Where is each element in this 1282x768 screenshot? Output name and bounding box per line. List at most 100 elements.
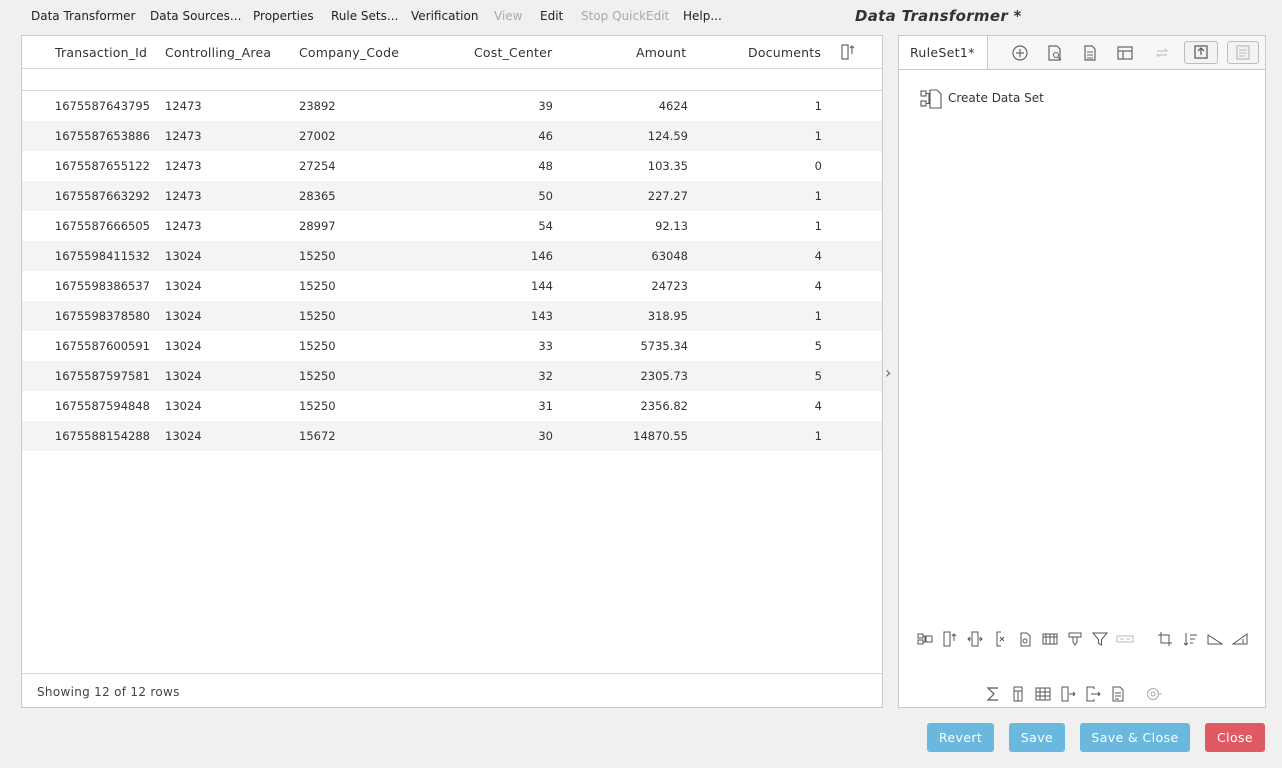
table-row[interactable]: 1675587643795 12473 23892 39 4624 1 xyxy=(22,91,882,121)
panel-collapse-chevron-icon[interactable]: › xyxy=(885,363,891,382)
slope-up-icon[interactable] xyxy=(1232,631,1248,647)
cell-cost-center: 54 xyxy=(538,219,553,233)
menu-bar: Data Transformer Data Sources... Propert… xyxy=(0,0,1282,34)
menu-verification[interactable]: Verification xyxy=(411,9,478,23)
cell-documents: 0 xyxy=(814,159,822,173)
grid-table-icon[interactable] xyxy=(1035,686,1051,702)
document-search-icon[interactable] xyxy=(1046,44,1064,62)
filter-icon[interactable] xyxy=(1092,631,1108,647)
cell-company-code: 15250 xyxy=(299,369,336,383)
add-circle-icon[interactable] xyxy=(1011,44,1029,62)
cell-transaction-id: 1675588154288 xyxy=(54,429,150,443)
table-row[interactable]: 1675587600591 13024 15250 33 5735.34 5 xyxy=(22,331,882,361)
sum-icon[interactable] xyxy=(985,686,1001,702)
cell-company-code: 27254 xyxy=(299,159,336,173)
table-row[interactable]: 1675587663292 12473 28365 50 227.27 1 xyxy=(22,181,882,211)
cell-controlling-area: 12473 xyxy=(165,189,202,203)
col-controlling-area[interactable]: Controlling_Area xyxy=(165,45,271,60)
cell-amount: 24723 xyxy=(651,279,688,293)
cell-amount: 5735.34 xyxy=(640,339,688,353)
lookup-icon[interactable] xyxy=(1017,631,1033,647)
menu-rule-sets[interactable]: Rule Sets... xyxy=(331,9,398,23)
cell-documents: 1 xyxy=(814,129,822,143)
cell-transaction-id: 1675598378580 xyxy=(54,309,150,323)
cell-controlling-area: 13024 xyxy=(165,249,202,263)
menu-help[interactable]: Help... xyxy=(683,9,722,23)
cell-documents: 4 xyxy=(814,279,822,293)
crop-icon[interactable] xyxy=(1157,631,1173,647)
menu-properties[interactable]: Properties xyxy=(253,9,314,23)
cell-amount: 124.59 xyxy=(647,129,688,143)
export-upload-icon[interactable] xyxy=(1184,41,1218,64)
menu-view[interactable]: View xyxy=(494,9,522,23)
menu-data-sources[interactable]: Data Sources... xyxy=(150,9,241,23)
save-button[interactable]: Save xyxy=(1009,723,1065,752)
col-cost-center[interactable]: Cost_Center xyxy=(474,45,552,60)
cell-cost-center: 50 xyxy=(538,189,553,203)
cell-cost-center: 39 xyxy=(538,99,553,113)
table-row[interactable]: 1675598411532 13024 15250 146 63048 4 xyxy=(22,241,882,271)
sort-icon[interactable] xyxy=(1182,631,1198,647)
cell-company-code: 15250 xyxy=(299,279,336,293)
cell-documents: 4 xyxy=(814,399,822,413)
cell-transaction-id: 1675587597581 xyxy=(54,369,150,383)
grid-header: Transaction_Id Controlling_Area Company_… xyxy=(22,36,882,69)
table-row[interactable]: 1675598386537 13024 15250 144 24723 4 xyxy=(22,271,882,301)
transform-icon[interactable] xyxy=(1067,631,1083,647)
tab-ruleset1[interactable]: RuleSet1* xyxy=(899,36,988,69)
table-row[interactable]: 1675588154288 13024 15672 30 14870.55 1 xyxy=(22,421,882,451)
col-transaction-id[interactable]: Transaction_Id xyxy=(55,45,147,60)
cell-controlling-area: 13024 xyxy=(165,399,202,413)
menu-edit[interactable]: Edit xyxy=(540,9,563,23)
cell-controlling-area: 12473 xyxy=(165,219,202,233)
join-icon[interactable] xyxy=(917,631,933,647)
menu-data-transformer[interactable]: Data Transformer xyxy=(31,9,135,23)
document-icon[interactable] xyxy=(1081,44,1099,62)
menu-stop-quickedit[interactable]: Stop QuickEdit xyxy=(581,9,669,23)
cell-company-code: 15250 xyxy=(299,309,336,323)
app-title: Data Transformer * xyxy=(855,7,1022,25)
split-column-icon[interactable] xyxy=(967,631,983,647)
cell-documents: 5 xyxy=(814,369,822,383)
col-company-code[interactable]: Company_Code xyxy=(299,45,399,60)
cell-documents: 1 xyxy=(814,189,822,203)
add-column-icon[interactable] xyxy=(942,631,958,647)
cell-transaction-id: 1675587655122 xyxy=(54,159,150,173)
cell-amount: 63048 xyxy=(651,249,688,263)
cell-controlling-area: 13024 xyxy=(165,369,202,383)
close-button[interactable]: Close xyxy=(1205,723,1265,752)
cell-cost-center: 143 xyxy=(531,309,553,323)
table-row[interactable]: 1675587655122 12473 27254 48 103.35 0 xyxy=(22,151,882,181)
filter-row[interactable] xyxy=(22,69,882,91)
revert-button[interactable]: Revert xyxy=(927,723,994,752)
swap-arrows-icon xyxy=(1155,48,1169,58)
column-export-icon[interactable] xyxy=(1060,686,1076,702)
table-row[interactable]: 1675587653886 12473 27002 46 124.59 1 xyxy=(22,121,882,151)
pivot-icon[interactable] xyxy=(1010,686,1026,702)
table-row[interactable]: 1675587594848 13024 15250 31 2356.82 4 xyxy=(22,391,882,421)
save-close-button[interactable]: Save & Close xyxy=(1080,723,1190,752)
cell-cost-center: 48 xyxy=(538,159,553,173)
cell-company-code: 15672 xyxy=(299,429,336,443)
table-row[interactable]: 1675587597581 13024 15250 32 2305.73 5 xyxy=(22,361,882,391)
cell-company-code: 23892 xyxy=(299,99,336,113)
remove-column-icon[interactable] xyxy=(992,631,1008,647)
cell-controlling-area: 13024 xyxy=(165,279,202,293)
cell-amount: 103.35 xyxy=(647,159,688,173)
cell-transaction-id: 1675587600591 xyxy=(54,339,150,353)
report-icon[interactable] xyxy=(1110,686,1126,702)
cell-cost-center: 31 xyxy=(538,399,553,413)
output-icon[interactable] xyxy=(1085,686,1101,702)
cell-company-code: 15250 xyxy=(299,249,336,263)
col-documents[interactable]: Documents xyxy=(748,45,821,60)
cell-controlling-area: 13024 xyxy=(165,429,202,443)
table-row[interactable]: 1675587666505 12473 28997 54 92.13 1 xyxy=(22,211,882,241)
rule-panel: RuleSet1* Create Data Set xyxy=(898,35,1266,708)
col-amount[interactable]: Amount xyxy=(636,45,686,60)
table-row[interactable]: 1675598378580 13024 15250 143 318.95 1 xyxy=(22,301,882,331)
slope-down-icon[interactable] xyxy=(1207,631,1223,647)
column-chooser-icon[interactable] xyxy=(840,44,856,60)
table-layout-icon[interactable] xyxy=(1116,44,1134,62)
table-rows-icon[interactable] xyxy=(1042,631,1058,647)
cell-amount: 92.13 xyxy=(655,219,688,233)
